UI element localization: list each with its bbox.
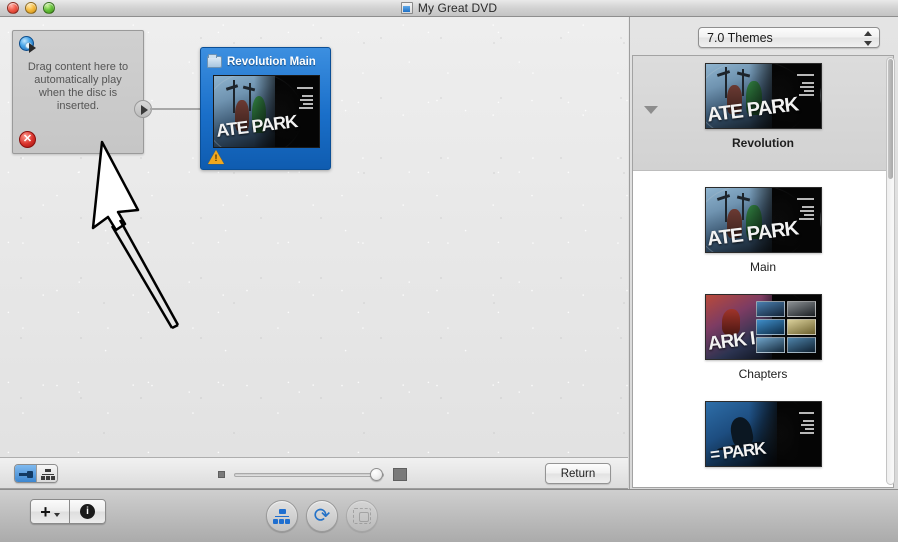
minimize-button[interactable]	[25, 2, 37, 14]
theme-item-revolution[interactable]: ATE PARK Revolution	[633, 56, 893, 150]
view-mode-toggle[interactable]	[14, 464, 58, 483]
window-titlebar: My Great DVD	[0, 0, 898, 17]
window-title-wrap: My Great DVD	[0, 1, 898, 15]
folder-icon	[207, 54, 222, 68]
autoplay-dropzone[interactable]: Drag content here to automatically play …	[12, 30, 144, 154]
preview-area-icon	[353, 508, 371, 524]
theme-item-main[interactable]: ATE PARK Main	[633, 171, 893, 274]
theme-list-scrollbar[interactable]	[886, 57, 895, 485]
stepper-updown-icon[interactable]	[863, 31, 872, 46]
window-title: My Great DVD	[417, 1, 498, 15]
motion-button[interactable]: ⟳	[306, 500, 338, 532]
connection-view-icon[interactable]	[15, 465, 36, 482]
error-badge-icon[interactable]: ✕	[19, 131, 36, 148]
add-plus-icon: +	[40, 501, 51, 522]
motion-loop-icon: ⟳	[313, 505, 331, 527]
theme-thumbnail: ATE PARK	[704, 187, 822, 253]
tree-view-icon[interactable]	[35, 465, 57, 482]
connector-line	[150, 108, 202, 110]
menu-tile-title: Revolution Main	[227, 56, 316, 68]
theme-item-extras[interactable]: = PARK	[633, 381, 893, 467]
theme-caption: Main	[749, 260, 776, 274]
theme-group-revolution[interactable]: ATE PARK Revolution	[633, 56, 893, 171]
warning-badge-icon[interactable]: !	[208, 150, 224, 164]
zoom-slider-knob[interactable]	[370, 468, 383, 481]
theme-thumbnail: = PARK	[704, 401, 822, 467]
theme-family-value: 7.0 Themes	[707, 30, 773, 45]
disc-autoplay-icon	[19, 36, 39, 54]
autoplay-dropzone-label: Drag content here to automatically play …	[27, 61, 129, 112]
zoom-out-icon[interactable]	[218, 471, 225, 478]
menu-tile-revolution-main[interactable]: Revolution Main ATE PARK !	[200, 47, 331, 170]
zoom-slider-track[interactable]	[234, 473, 384, 477]
theme-thumbnail: ATE PARK	[704, 63, 822, 129]
project-map-button[interactable]	[266, 500, 298, 532]
chevron-down-icon	[53, 512, 60, 517]
menu-tile-header: Revolution Main	[207, 54, 324, 70]
menu-tile-thumbnail: ATE PARK	[213, 75, 320, 148]
theme-list[interactable]: ATE PARK Revolution ATE PARK Main ARK I …	[632, 55, 894, 488]
window-traffic-lights	[7, 2, 55, 14]
scrollbar-thumb[interactable]	[888, 59, 893, 179]
info-button[interactable]: i	[69, 500, 105, 523]
theme-caption: Chapters	[738, 367, 788, 381]
add-info-button-group: + i	[30, 499, 106, 524]
canvas-bottom-bar: Return	[0, 457, 628, 489]
info-icon: i	[80, 504, 95, 519]
bottom-toolbar: + i ⟳ ◄) ◄))	[0, 489, 898, 542]
theme-item-chapters[interactable]: ARK I Chapters	[633, 274, 893, 381]
return-button[interactable]: Return	[545, 463, 611, 484]
project-map-canvas[interactable]: Drag content here to automatically play …	[0, 17, 628, 457]
zoom-button[interactable]	[43, 2, 55, 14]
annotation-cursor-arrow	[91, 140, 180, 330]
project-map-icon	[273, 508, 291, 524]
theme-thumbnail: ARK I	[704, 294, 822, 360]
idvd-window: My Great DVD Drag content here to automa…	[0, 0, 898, 542]
theme-caption: Revolution	[732, 136, 794, 150]
document-icon	[400, 2, 413, 14]
canvas-zoom-slider[interactable]	[218, 468, 408, 481]
close-button[interactable]	[7, 2, 19, 14]
theme-family-select[interactable]: 7.0 Themes	[698, 27, 880, 48]
zoom-in-icon[interactable]	[393, 468, 407, 481]
add-button[interactable]: +	[31, 500, 69, 523]
preview-area-button[interactable]	[346, 500, 378, 532]
themes-panel: 7.0 Themes ATE PARK Revolution ATE PARK …	[629, 17, 898, 489]
